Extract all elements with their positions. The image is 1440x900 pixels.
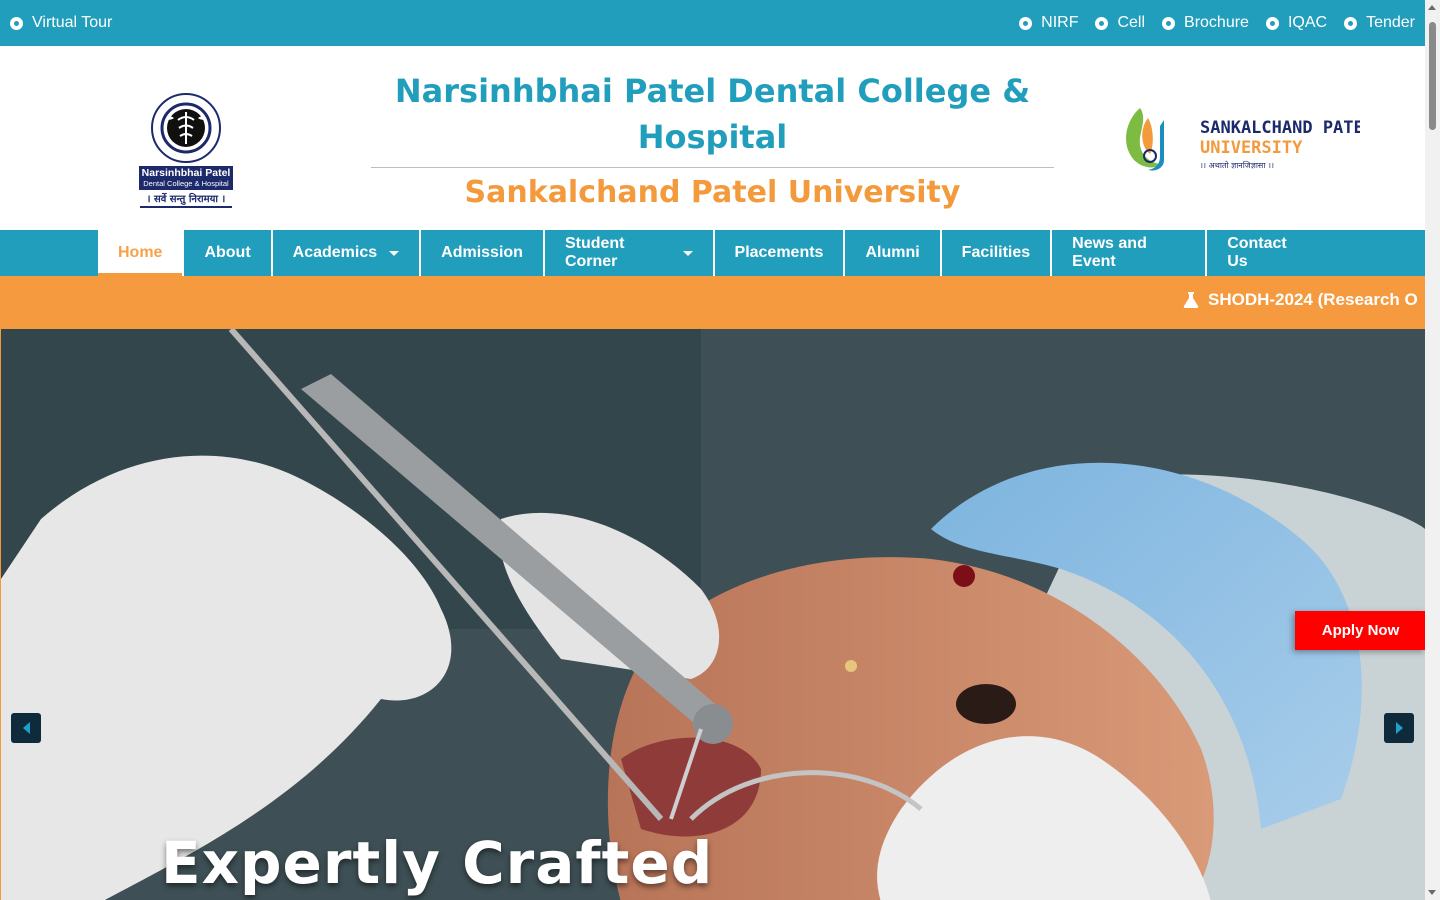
nav-student-corner-label: Student Corner — [564, 235, 625, 270]
nav-placements-label: Placements — [734, 244, 824, 261]
nav-about-label: About — [204, 244, 251, 261]
hero-slider: Expertly Crafted Apply Now — [0, 328, 1425, 900]
title-divider — [371, 167, 1054, 168]
university-logo-line1: SANKALCHAND PATEL — [1200, 118, 1360, 138]
brochure-link[interactable]: Brochure — [1162, 14, 1249, 32]
chevron-down-icon — [682, 250, 693, 256]
nav-alumni[interactable]: Alumni — [845, 230, 942, 276]
bullet-icon — [1344, 16, 1358, 30]
iqac-link[interactable]: IQAC — [1265, 14, 1328, 32]
scrollbar-thumb[interactable] — [1429, 22, 1436, 130]
page: Virtual Tour NIRF Cell Brochure IQAC Ten… — [0, 0, 1425, 900]
nav-news-and-event[interactable]: News and Event — [1052, 230, 1208, 276]
news-ticker: SHODH-2024 (Research O — [0, 276, 1425, 328]
nav-facilities[interactable]: Facilities — [942, 230, 1053, 276]
chevron-right-icon — [1395, 722, 1403, 734]
university-logo-tagline: ।। अथातो ज्ञानजिज्ञासा ।। — [1200, 160, 1274, 170]
scroll-up-icon[interactable] — [1428, 5, 1436, 10]
nav-home-label: Home — [118, 244, 163, 261]
ticker-text: SHODH-2024 (Research O — [1208, 290, 1418, 309]
nav-academics-label: Academics — [292, 244, 378, 261]
college-title-line2: Hospital — [637, 118, 788, 156]
nav-news-label: News and Event — [1072, 235, 1147, 270]
nav-contact-us[interactable]: Contact Us — [1207, 230, 1325, 276]
nirf-label: NIRF — [1041, 14, 1079, 31]
apply-now-button[interactable]: Apply Now — [1295, 611, 1425, 650]
slider-prev-button[interactable] — [11, 713, 41, 743]
bullet-icon — [1265, 16, 1279, 30]
ticker-message[interactable]: SHODH-2024 (Research O — [1182, 290, 1418, 310]
hero-image — [1, 329, 1425, 900]
nav-facilities-label: Facilities — [961, 244, 1031, 261]
nav-admission[interactable]: Admission — [421, 230, 545, 276]
site-header: Narsinhbhai Patel Dental College & Hospi… — [0, 46, 1425, 230]
bullet-icon — [1095, 16, 1109, 30]
logo-motto: । सर्वे सन्तु निरामया । — [147, 192, 226, 205]
bullet-icon — [10, 16, 23, 30]
cell-label: Cell — [1117, 14, 1146, 31]
nav-placements[interactable]: Placements — [715, 230, 846, 276]
main-nav: Home About Academics Admission Student C… — [0, 230, 1425, 276]
brochure-label: Brochure — [1184, 14, 1249, 31]
slider-next-button[interactable] — [1384, 713, 1414, 743]
top-bar: Virtual Tour NIRF Cell Brochure IQAC Ten… — [0, 0, 1425, 46]
nav-contact-label: Contact Us — [1227, 235, 1287, 270]
virtual-tour-label: Virtual Tour — [32, 14, 113, 31]
nav-academics[interactable]: Academics — [273, 230, 422, 276]
flask-icon — [1183, 292, 1199, 308]
university-logo[interactable]: SANKALCHAND PATEL UNIVERSITY ।। अथातो ज्… — [1120, 98, 1360, 178]
tender-link[interactable]: Tender — [1344, 14, 1415, 32]
title-block: Narsinhbhai Patel Dental College & Hospi… — [371, 68, 1054, 212]
chevron-down-icon — [389, 250, 400, 256]
bullet-icon — [1162, 16, 1176, 30]
nav-alumni-label: Alumni — [865, 244, 920, 261]
page-scrollbar[interactable] — [1425, 0, 1440, 900]
college-logo[interactable]: Narsinhbhai Patel Dental College & Hospi… — [138, 70, 234, 234]
nav-student-corner[interactable]: Student Corner — [545, 230, 715, 276]
bullet-icon — [1019, 16, 1033, 30]
chevron-left-icon — [22, 722, 30, 734]
top-links: NIRF Cell Brochure IQAC Tender — [1019, 14, 1415, 32]
logo-text-2: Dental College & Hospital — [143, 179, 229, 188]
nav-about[interactable]: About — [184, 230, 273, 276]
nirf-link[interactable]: NIRF — [1019, 14, 1078, 32]
tender-label: Tender — [1366, 14, 1415, 31]
cell-link[interactable]: Cell — [1095, 14, 1145, 32]
university-logo-line2: UNIVERSITY — [1200, 138, 1303, 158]
logo-text-1: Narsinhbhai Patel — [142, 167, 231, 179]
virtual-tour-link[interactable]: Virtual Tour — [10, 14, 112, 32]
scroll-down-icon[interactable] — [1428, 890, 1436, 895]
nav-admission-label: Admission — [441, 244, 523, 261]
college-title-line1: Narsinhbhai Patel Dental College & — [394, 72, 1031, 110]
nav-home[interactable]: Home — [98, 230, 185, 276]
hero-caption: Expertly Crafted — [161, 829, 714, 897]
university-subtitle: Sankalchand Patel University — [464, 175, 961, 210]
iqac-label: IQAC — [1287, 14, 1328, 31]
